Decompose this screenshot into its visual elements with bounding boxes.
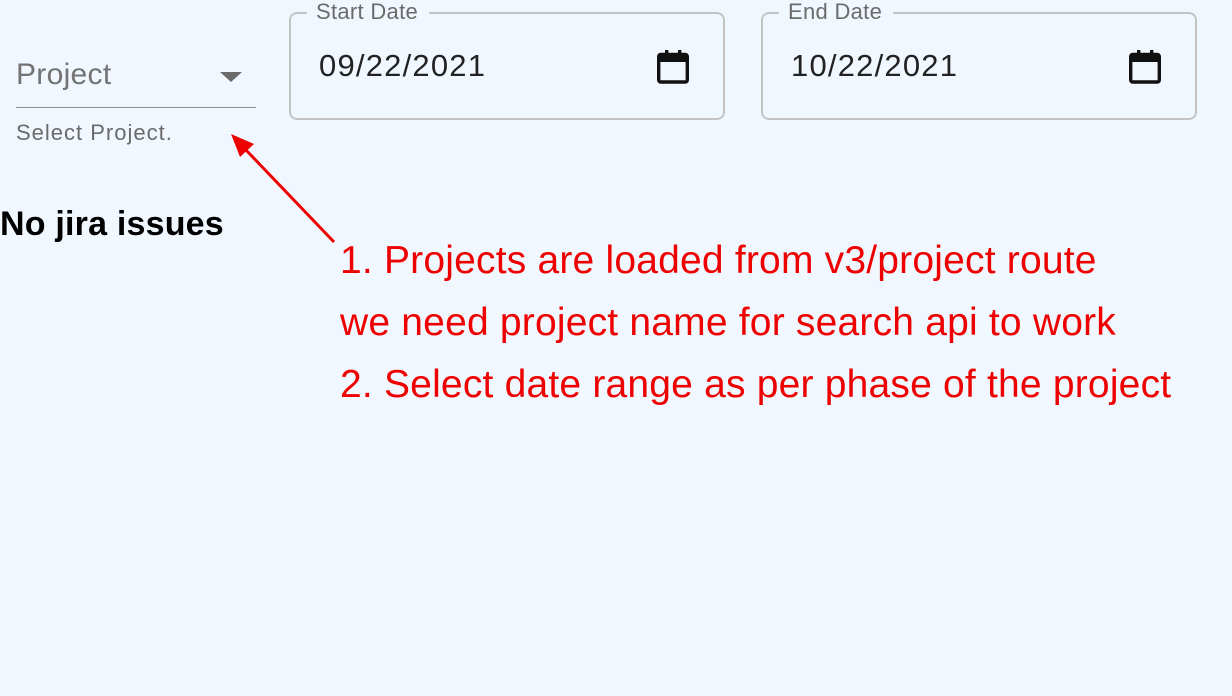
end-date-input[interactable] [791,48,1111,84]
start-date-field[interactable]: Start Date [289,0,725,120]
project-select-label: Project [16,58,112,91]
end-date-label: End Date [779,0,894,25]
calendar-icon[interactable] [1129,50,1161,84]
empty-results-message: No jira issues [0,205,224,243]
project-helper-text: Select Project. [16,120,173,145]
start-date-label: Start Date [307,0,430,25]
chevron-down-icon[interactable] [220,72,242,82]
end-date-field[interactable]: End Date [761,0,1197,120]
calendar-icon[interactable] [657,50,689,84]
annotation-note-line: 1. Projects are loaded from v3/project r… [340,239,1097,282]
project-select[interactable]: Project [16,44,256,108]
start-date-input[interactable] [319,48,639,84]
annotation-note-line: we need project name for search api to w… [340,301,1116,344]
annotation-note-line: 2. Select date range as per phase of the… [340,363,1172,406]
